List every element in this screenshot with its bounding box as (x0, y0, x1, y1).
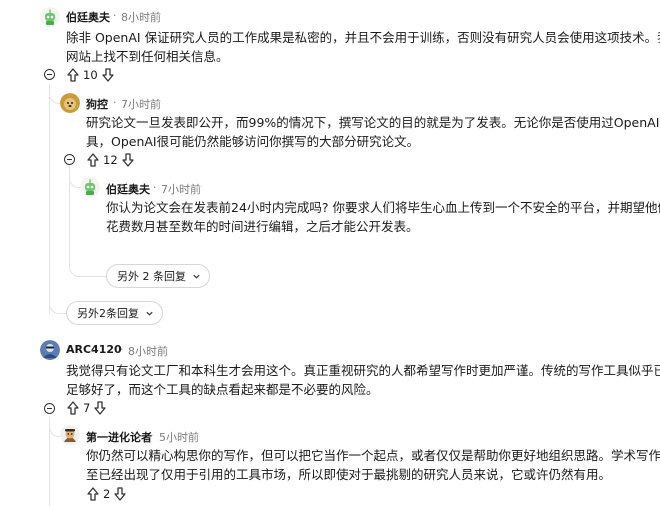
avatar[interactable] (40, 340, 60, 360)
avatar[interactable] (60, 425, 80, 445)
comment-body-line: 至已经出现了仅用于引用的工具市场，所以即使对于最挑剔的研究人员来说，它或许仍然有… (86, 467, 612, 482)
meta-separator: · (120, 343, 124, 356)
comment-username[interactable]: 伯廷奥夫 (66, 9, 110, 25)
vote-count: 7 (83, 401, 91, 415)
avatar[interactable] (60, 93, 80, 113)
vote-controls: 7 (66, 400, 107, 416)
comment-body-line: 网站上找不到任何相关信息。 (66, 49, 229, 64)
thread-line (49, 84, 50, 314)
meta-separator: · (150, 429, 154, 442)
comment-username[interactable]: 伯廷奥夫 (106, 181, 150, 197)
upvote-arrow-icon[interactable] (66, 67, 80, 83)
vote-controls: 10 (66, 67, 115, 83)
comment-body-line: 花费数月甚至数年的时间进行编辑，之后才能公开发表。 (106, 219, 419, 234)
vote-count: 10 (83, 68, 98, 82)
avatar[interactable] (80, 177, 100, 197)
comment-body-line: 你仍然可以精心构思你的写作，但可以把它当作一个起点，或者仅仅是帮助你更好地组织思… (86, 448, 660, 463)
downvote-arrow-icon[interactable] (113, 486, 127, 502)
comment-timestamp[interactable]: 8小时前 (128, 343, 168, 359)
comment-timestamp[interactable]: 8小时前 (121, 9, 161, 25)
vote-controls: 2 (86, 486, 127, 502)
chevron-down-icon (193, 274, 200, 279)
comment-timestamp[interactable]: 5小时前 (159, 429, 199, 445)
comment-body-line: 足够好了，而这个工具的缺点看起来都是不必要的风险。 (66, 382, 379, 397)
meta-separator: · (153, 181, 157, 194)
downvote-arrow-icon[interactable] (101, 67, 115, 83)
vote-count: 2 (103, 487, 111, 501)
meta-separator: · (113, 96, 117, 109)
downvote-arrow-icon[interactable] (93, 400, 107, 416)
more-replies-label: 另外 2 条回复 (117, 270, 186, 283)
meta-separator: · (113, 9, 117, 22)
upvote-arrow-icon[interactable] (86, 152, 100, 168)
comment-username[interactable]: ARC4120 (66, 343, 122, 356)
upvote-arrow-icon[interactable] (86, 486, 100, 502)
comment-body-line: 具，OpenAI很可能仍然能够访问你撰写的大部分研究论文。 (86, 134, 420, 149)
more-replies-label: 另外2条回复 (77, 307, 139, 320)
more-replies-button[interactable]: 另外2条回复 (66, 301, 163, 325)
comment-username[interactable]: 狗控 (86, 96, 108, 112)
comment-body-line: 除非 OpenAI 保证研究人员的工作成果是私密的，并且不会用于训练，否则没有研… (66, 30, 660, 45)
collapse-thread-button[interactable] (44, 69, 55, 80)
thread-connector (69, 253, 107, 277)
collapse-thread-button[interactable] (64, 154, 75, 165)
more-replies-button[interactable]: 另外 2 条回复 (106, 264, 210, 288)
chevron-down-icon (146, 311, 153, 316)
downvote-arrow-icon[interactable] (121, 152, 135, 168)
avatar[interactable] (40, 7, 60, 27)
comment-body-line: 你认为论文会在发表前24小时内完成吗? 你要求人们将毕生心血上传到一个不安全的平… (106, 200, 660, 215)
comment-timestamp[interactable]: 7小时前 (121, 96, 161, 112)
vote-controls: 12 (86, 152, 135, 168)
comment-username[interactable]: 第一进化论者 (86, 429, 152, 445)
comment-timestamp[interactable]: 7小时前 (161, 181, 201, 197)
vote-count: 12 (103, 153, 118, 167)
thread-connector (49, 290, 67, 314)
upvote-arrow-icon[interactable] (66, 400, 80, 416)
comment-body-line: 我觉得只有论文工厂和本科生才会用这个。真正重视研究的人都希望写作时更加严谨。传统… (66, 363, 660, 378)
collapse-thread-button[interactable] (44, 403, 55, 414)
comment-body-line: 研究论文一旦发表即公开，而99%的情况下，撰写论文的目的就是为了发表。无论你是否… (86, 115, 660, 130)
